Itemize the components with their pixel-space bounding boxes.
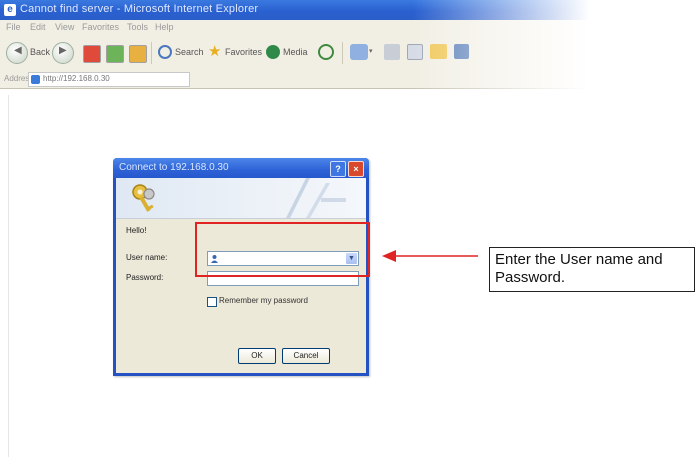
menu-edit[interactable]: Edit [30,22,46,32]
password-label: Password: [126,273,164,282]
forward-arrow-icon: ▶ [59,45,67,56]
edit-icon[interactable] [407,44,423,60]
help-button[interactable]: ? [330,161,346,177]
page-icon [31,75,40,84]
ie-logo-icon: e [4,4,16,16]
mail-icon[interactable] [350,44,368,60]
menu-bar: File Edit View Favorites Tools Help [0,20,590,36]
address-url: http://192.168.0.30 [43,74,110,83]
toolbar-separator [151,42,152,64]
close-button[interactable]: × [348,161,364,177]
stop-button[interactable] [83,45,101,63]
remember-password-checkbox[interactable] [207,297,217,307]
pointer-arrow-icon [382,250,478,262]
instruction-callout: Enter the User name and Password. [489,247,695,292]
media-icon[interactable] [266,45,280,59]
home-button[interactable] [129,45,147,63]
dialog-titlebar: Connect to 192.168.0.30 ? × [113,158,369,178]
toolbar-separator [342,42,343,64]
viewport-edge [8,95,9,457]
menu-file[interactable]: File [6,22,21,32]
folder-icon[interactable] [430,44,447,59]
history-icon[interactable] [318,44,334,60]
browser-titlebar: e Cannot find server - Microsoft Interne… [0,0,590,20]
dialog-banner [116,178,366,219]
back-arrow-icon: ◀ [14,45,22,56]
toolbar: Back ◀ ▶ Search ★ Favorites Media ▾ [0,36,590,71]
welcome-text: Hello! [126,226,147,235]
keys-icon [132,184,155,212]
favorites-star-icon[interactable]: ★ [208,44,221,66]
credentials-highlight-box [195,222,370,277]
menu-favorites[interactable]: Favorites [82,22,119,32]
banner-decoration [286,178,346,218]
search-button-label[interactable]: Search [175,47,204,57]
dialog-title: Connect to 192.168.0.30 [119,162,229,173]
back-label: Back [30,47,51,57]
menu-tools[interactable]: Tools [127,22,148,32]
address-bar: Address http://192.168.0.30 [0,70,590,89]
messenger-icon[interactable] [454,44,469,59]
menu-help[interactable]: Help [155,22,174,32]
mail-dropdown-icon[interactable]: ▾ [369,47,373,55]
menu-view[interactable]: View [55,22,74,32]
refresh-button[interactable] [106,45,124,63]
search-icon[interactable] [158,45,172,59]
browser-title: Cannot find server - Microsoft Internet … [20,3,259,15]
address-input[interactable]: http://192.168.0.30 [28,72,190,87]
cancel-button[interactable]: Cancel [282,348,330,364]
remember-password-label[interactable]: Remember my password [219,296,308,305]
favorites-button-label[interactable]: Favorites [225,47,262,57]
print-icon[interactable] [384,44,400,60]
media-button-label[interactable]: Media [283,47,308,57]
username-label: User name: [126,253,168,262]
ok-button[interactable]: OK [238,348,276,364]
